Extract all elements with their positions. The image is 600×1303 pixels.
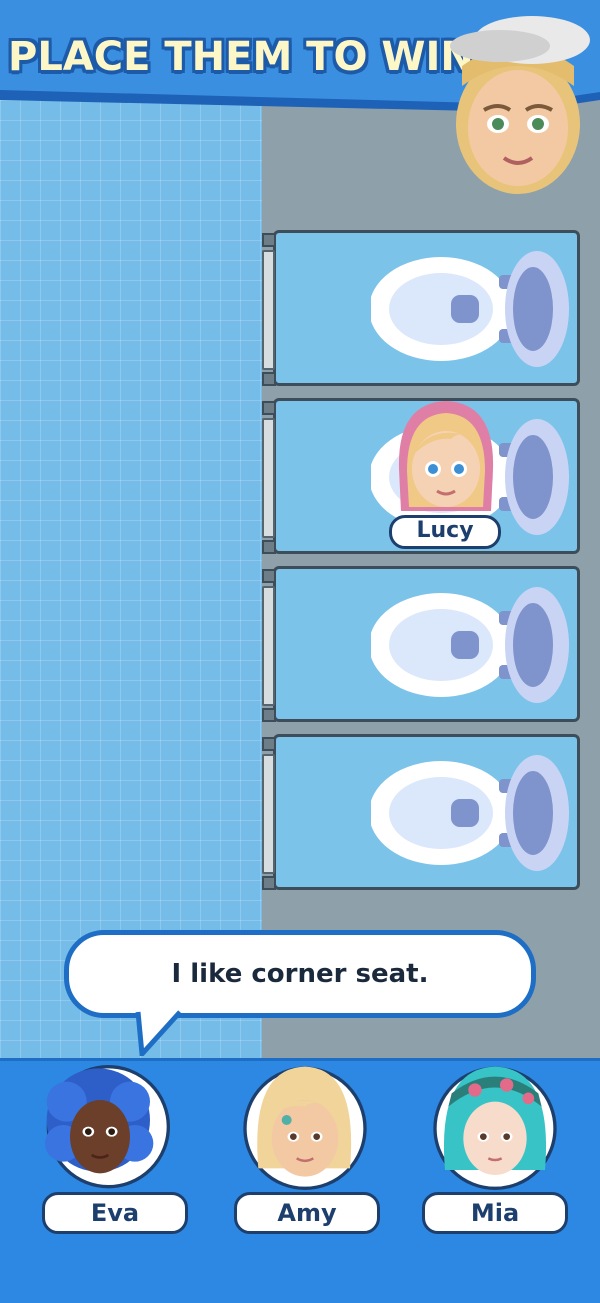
eva-name-tag: Eva bbox=[42, 1192, 188, 1234]
character-eva[interactable]: Eva bbox=[20, 1060, 188, 1240]
stall-hinge bbox=[262, 708, 276, 722]
speech-bubble: I like corner seat. bbox=[64, 930, 536, 1018]
stall-hinge bbox=[262, 540, 276, 554]
stall-3[interactable] bbox=[273, 566, 580, 722]
speech-text: I like corner seat. bbox=[171, 959, 429, 989]
toilet-icon bbox=[371, 755, 569, 871]
stall-4[interactable] bbox=[273, 734, 580, 890]
stall-hinge bbox=[262, 233, 276, 247]
character-amy[interactable]: Amy bbox=[220, 1060, 380, 1240]
stall-hinge bbox=[262, 876, 276, 890]
stall-hinge bbox=[262, 372, 276, 386]
toilet-icon bbox=[371, 251, 569, 367]
stall-door bbox=[262, 250, 275, 370]
stall-door bbox=[262, 586, 275, 706]
stall-hinge bbox=[262, 737, 276, 751]
stall-door bbox=[262, 754, 275, 874]
host-avatar bbox=[450, 16, 590, 194]
stall-door bbox=[262, 418, 275, 538]
stall-hinge bbox=[262, 401, 276, 415]
amy-name-tag: Amy bbox=[234, 1192, 380, 1234]
lucy-avatar bbox=[398, 401, 494, 511]
amy-avatar bbox=[243, 1066, 367, 1190]
character-mia[interactable]: Mia bbox=[410, 1060, 570, 1240]
speech-bubble-tail bbox=[135, 1010, 182, 1056]
mia-name-tag: Mia bbox=[422, 1192, 568, 1234]
toilet-icon bbox=[371, 587, 569, 703]
lucy-name-tag: Lucy bbox=[389, 515, 501, 549]
floor-grid bbox=[0, 100, 262, 1060]
page-title: PLACE THEM TO WIN! bbox=[8, 34, 493, 80]
stall-hinge bbox=[262, 569, 276, 583]
stall-2[interactable]: Lucy bbox=[273, 398, 580, 554]
stall-1[interactable] bbox=[273, 230, 580, 386]
mia-avatar bbox=[433, 1066, 557, 1190]
eva-avatar bbox=[45, 1065, 170, 1189]
